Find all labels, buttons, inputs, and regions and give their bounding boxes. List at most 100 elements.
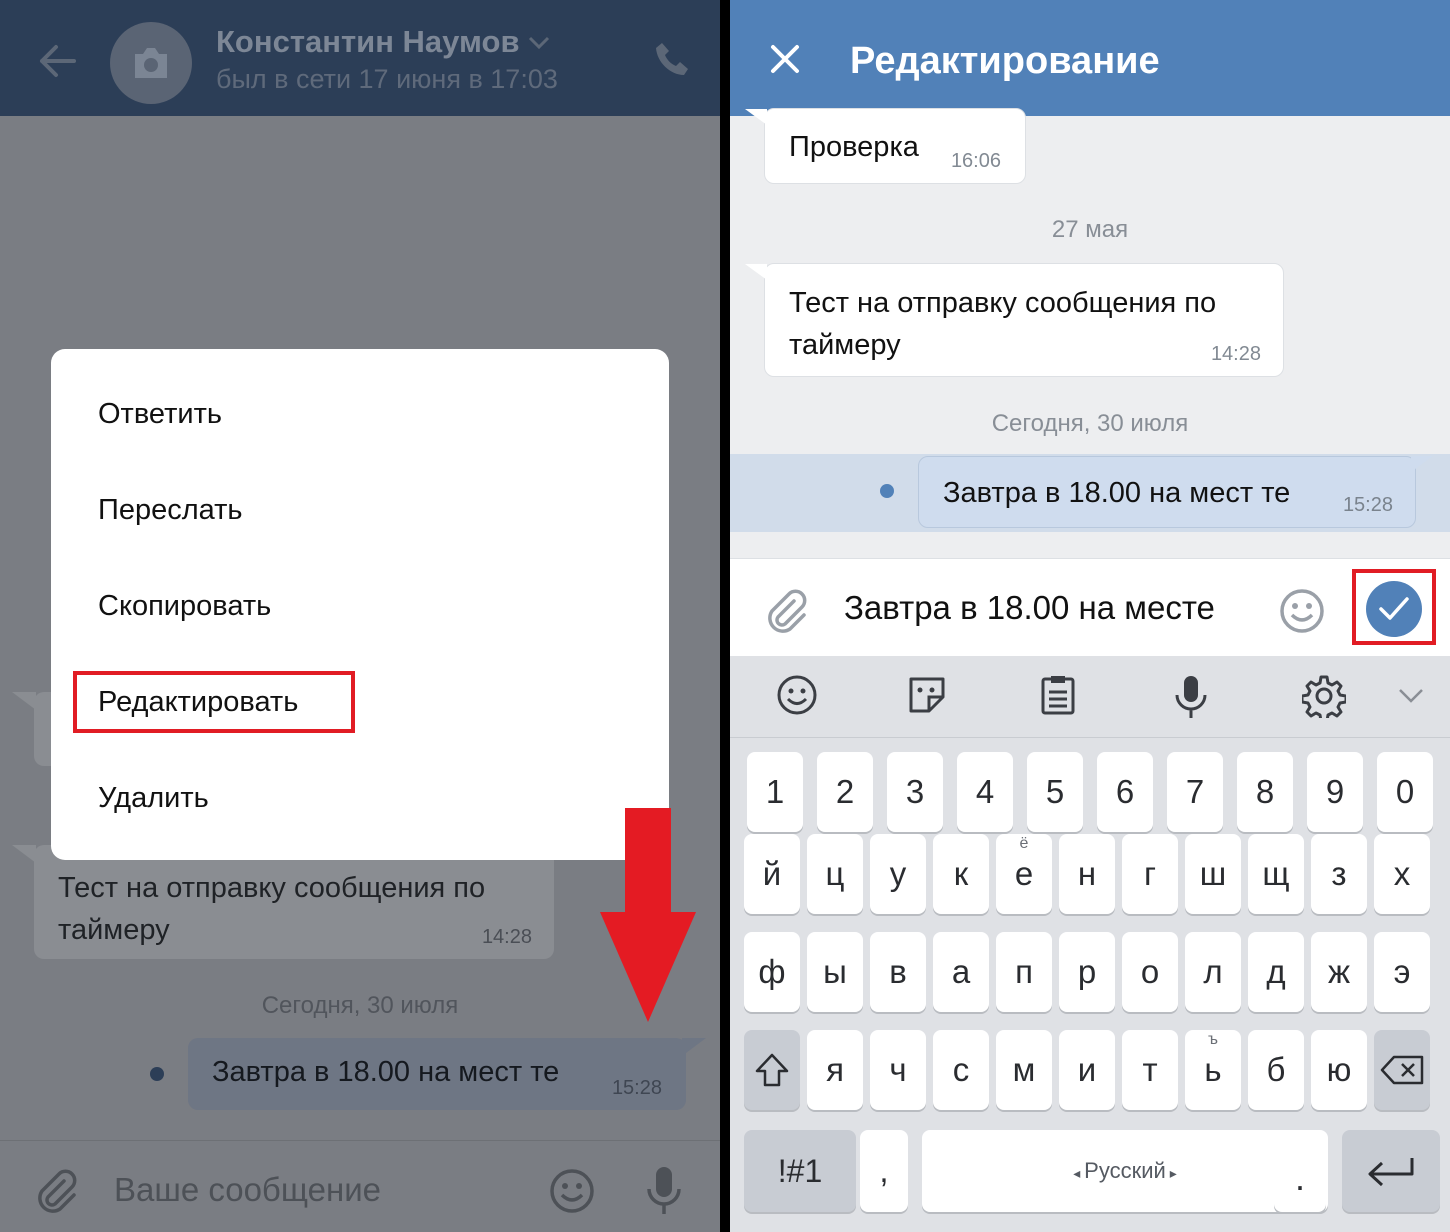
key-г[interactable]: г [1122,834,1178,914]
key-ш[interactable]: ш [1185,834,1241,914]
period-key[interactable]: . [1274,1130,1326,1212]
chat-header: Константин Наумов был в сети 17 июня в 1… [0,0,720,116]
key-м[interactable]: м [996,1030,1052,1110]
message-time: 14:28 [1210,343,1261,365]
enter-key[interactable] [1342,1130,1440,1212]
key-с[interactable]: с [933,1030,989,1110]
key-й[interactable]: й [744,834,800,914]
incoming-message[interactable]: Тест на отправку сообщения по таймеру 14… [745,263,1284,377]
back-arrow-icon[interactable] [36,40,78,82]
emoji-icon[interactable] [776,674,818,716]
key-alt-label: ъ [1208,1031,1218,1048]
context-menu: Ответить Переслать Скопировать Редактиро… [51,349,669,860]
key-ф[interactable]: ф [744,932,800,1012]
key-и[interactable]: и [1059,1030,1115,1110]
key-ч[interactable]: ч [870,1030,926,1110]
key-о[interactable]: о [1122,932,1178,1012]
sticker-icon[interactable] [906,674,948,716]
key-5[interactable]: 5 [1027,752,1083,832]
key-8[interactable]: 8 [1237,752,1293,832]
emoji-icon[interactable] [1278,587,1326,635]
chevron-down-icon[interactable] [1398,688,1424,704]
key-а[interactable]: а [933,932,989,1012]
incoming-message[interactable]: Тест на отправку сообщения по таймеру 14… [12,845,554,959]
space-label-wrap: ◂ Русский ▸ [922,1158,1328,1184]
incoming-message[interactable]: Проверка 16:06 [745,108,1026,184]
key-4[interactable]: 4 [957,752,1013,832]
attach-icon[interactable] [34,1169,78,1213]
key-ы[interactable]: ы [807,932,863,1012]
key-1[interactable]: 1 [747,752,803,832]
key-б[interactable]: б [1248,1030,1304,1110]
highlight-box-save [1352,569,1436,645]
key-7[interactable]: 7 [1167,752,1223,832]
menu-item-forward[interactable]: Переслать [98,494,243,527]
gear-icon[interactable] [1302,674,1346,718]
message-input[interactable]: Завтра в 18.00 на месте [844,589,1215,627]
symbols-key[interactable]: !#1 [744,1130,856,1212]
key-л[interactable]: л [1185,932,1241,1012]
enter-icon [1368,1158,1414,1187]
avatar[interactable] [110,22,192,104]
key-6[interactable]: 6 [1097,752,1153,832]
shift-key[interactable] [744,1030,800,1110]
language-label: Русский [1084,1158,1166,1183]
right-screen: Редактирование Проверка 16:06 27 мая Тес… [730,0,1450,1232]
key-ь[interactable]: ъь [1185,1030,1241,1110]
key-н[interactable]: н [1059,834,1115,914]
message-time: 14:28 [481,926,532,948]
key-3[interactable]: 3 [887,752,943,832]
comma-key[interactable]: , [860,1130,908,1212]
camera-icon [135,48,167,78]
message-text: Завтра в 18.00 на мест те [943,477,1291,509]
key-щ[interactable]: щ [1248,834,1304,914]
outgoing-message[interactable]: Завтра в 18.00 на мест те 15:28 [188,1038,706,1110]
left-screen: Константин Наумов был в сети 17 июня в 1… [0,0,720,1232]
microphone-icon[interactable] [646,1165,682,1217]
key-я[interactable]: я [807,1030,863,1110]
key-ц[interactable]: ц [807,834,863,914]
page-title: Редактирование [850,40,1160,82]
space-key[interactable]: ◂ Русский ▸ [922,1130,1328,1212]
shift-icon [755,1053,789,1087]
key-alt-label: ё [1019,835,1029,852]
key-ю[interactable]: ю [1311,1030,1367,1110]
attach-icon[interactable] [764,589,808,633]
clipboard-icon[interactable] [1040,674,1076,716]
key-к[interactable]: к [933,834,989,914]
key-ж[interactable]: ж [1311,932,1367,1012]
key-е[interactable]: ёе [996,834,1052,914]
date-separator: Сегодня, 30 июля [991,410,1189,437]
key-п[interactable]: п [996,932,1052,1012]
emoji-icon[interactable] [548,1167,596,1215]
phone-icon[interactable] [652,40,692,80]
selected-message-row[interactable]: Завтра в 18.00 на мест те 15:28 [730,454,1450,532]
date-separator: 27 мая [1051,216,1129,243]
key-у[interactable]: у [870,834,926,914]
message-time: 15:28 [1342,494,1393,516]
microphone-icon[interactable] [1174,674,1208,720]
key-х[interactable]: х [1374,834,1430,914]
key-д[interactable]: д [1248,932,1304,1012]
chevron-down-icon[interactable] [528,36,550,50]
menu-item-reply[interactable]: Ответить [98,398,222,431]
close-icon[interactable] [770,44,800,74]
key-т[interactable]: т [1122,1030,1178,1110]
key-9[interactable]: 9 [1307,752,1363,832]
keyboard: 1 2 3 4 5 6 7 8 9 0 й ц у к ёе н г ш щ з… [730,656,1450,1232]
menu-item-delete[interactable]: Удалить [98,782,209,815]
outgoing-message[interactable]: Завтра в 18.00 на мест те 15:28 [918,456,1433,528]
backspace-icon [1380,1055,1424,1085]
contact-name[interactable]: Константин Наумов [216,24,520,60]
key-2[interactable]: 2 [817,752,873,832]
message-input[interactable]: Ваше сообщение [114,1171,381,1209]
key-0[interactable]: 0 [1377,752,1433,832]
key-в[interactable]: в [870,932,926,1012]
backspace-key[interactable] [1374,1030,1430,1110]
key-р[interactable]: р [1059,932,1115,1012]
menu-item-copy[interactable]: Скопировать [98,590,271,623]
key-label: е [1014,855,1034,892]
key-з[interactable]: з [1311,834,1367,914]
message-time: 15:28 [611,1077,662,1099]
key-э[interactable]: э [1374,932,1430,1012]
